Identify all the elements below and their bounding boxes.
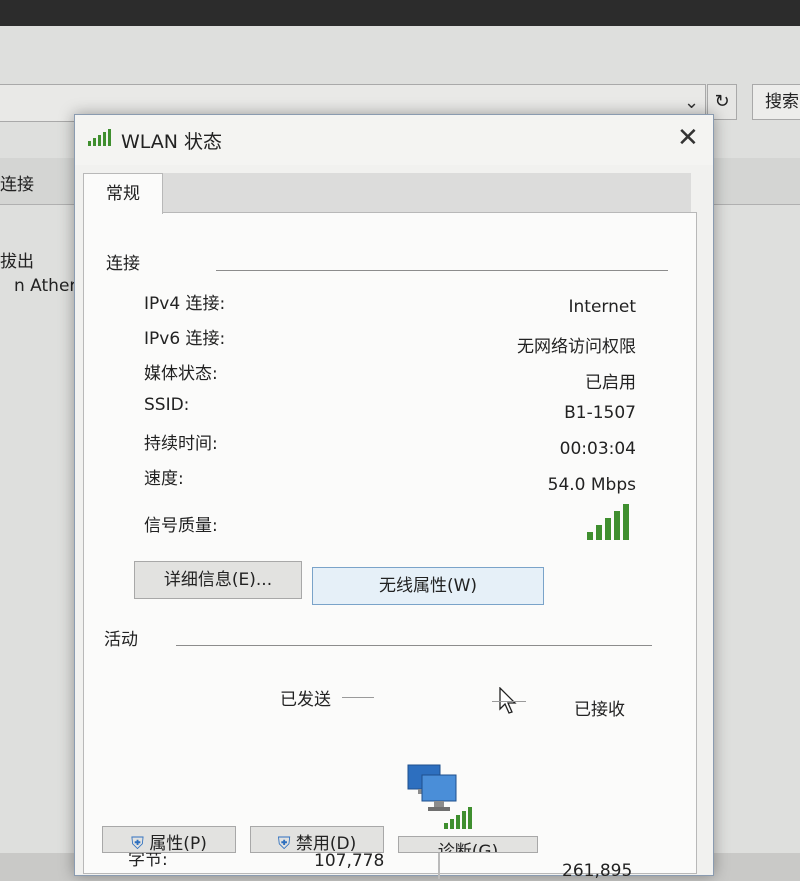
details-button[interactable]: 详细信息(E)... — [134, 561, 302, 599]
diagnose-label: 诊断(G) — [437, 842, 499, 853]
sent-label: 已发送 — [280, 690, 331, 710]
ssid-label: SSID: — [144, 395, 190, 415]
activity-section-label: 活动 — [104, 630, 138, 650]
diagnose-button[interactable]: 诊断(G) — [398, 836, 538, 853]
search-box[interactable]: 搜索 — [752, 84, 800, 120]
disable-label: 禁用(D) — [295, 834, 357, 854]
signal-strength-icon — [88, 129, 111, 146]
received-label: 已接收 — [574, 700, 625, 720]
ipv6-value: 无网络访问权限 — [517, 337, 636, 357]
tab-general[interactable]: 常规 — [83, 173, 163, 214]
shield-icon: ⛨ — [277, 834, 291, 854]
ssid-value: B1-1507 — [564, 403, 636, 423]
speed-label: 速度: — [144, 469, 184, 489]
wireless-properties-button[interactable]: 无线属性(W) — [312, 567, 544, 605]
close-icon[interactable]: ✕ — [677, 123, 699, 153]
signal-quality-label: 信号质量: — [144, 516, 218, 536]
duration-label: 持续时间: — [144, 434, 218, 454]
properties-label: 属性(P) — [149, 834, 207, 854]
background-topbar — [0, 0, 800, 26]
background-text-1: 拔出 — [0, 252, 34, 272]
disable-button[interactable]: ⛨ 禁用(D) — [250, 826, 384, 854]
received-bytes-value: 261,895 — [562, 861, 633, 881]
search-label: 搜索 — [765, 92, 799, 112]
background-tab-connection[interactable]: 连接 — [0, 170, 34, 195]
received-line — [492, 701, 526, 702]
wlan-status-dialog: WLAN 状态 ✕ 常规 连接 IPv4 连接: Internet IPv6 连… — [74, 114, 714, 881]
tab-strip — [161, 173, 691, 214]
title-bar[interactable]: WLAN 状态 ✕ — [75, 115, 713, 165]
general-panel: 连接 IPv4 连接: Internet IPv6 连接: 无网络访问权限 媒体… — [83, 212, 697, 881]
media-state-value: 已启用 — [585, 373, 636, 393]
duration-value: 00:03:04 — [559, 439, 636, 459]
connection-divider — [216, 270, 668, 271]
connection-section-label: 连接 — [106, 254, 140, 274]
dialog-title: WLAN 状态 — [121, 131, 223, 153]
signal-quality-icon — [587, 504, 629, 540]
sent-line — [342, 697, 374, 698]
ipv6-label: IPv6 连接: — [144, 329, 226, 349]
speed-value: 54.0 Mbps — [547, 475, 636, 495]
ipv4-label: IPv4 连接: — [144, 294, 226, 314]
activity-divider — [176, 645, 652, 646]
media-state-label: 媒体状态: — [144, 364, 218, 384]
chevron-down-icon[interactable]: ⌄ — [684, 92, 699, 113]
ipv4-value: Internet — [568, 297, 636, 317]
network-computer-icon — [407, 764, 472, 829]
shield-icon: ⛨ — [131, 834, 144, 854]
properties-button[interactable]: ⛨ 属性(P) — [102, 826, 236, 854]
